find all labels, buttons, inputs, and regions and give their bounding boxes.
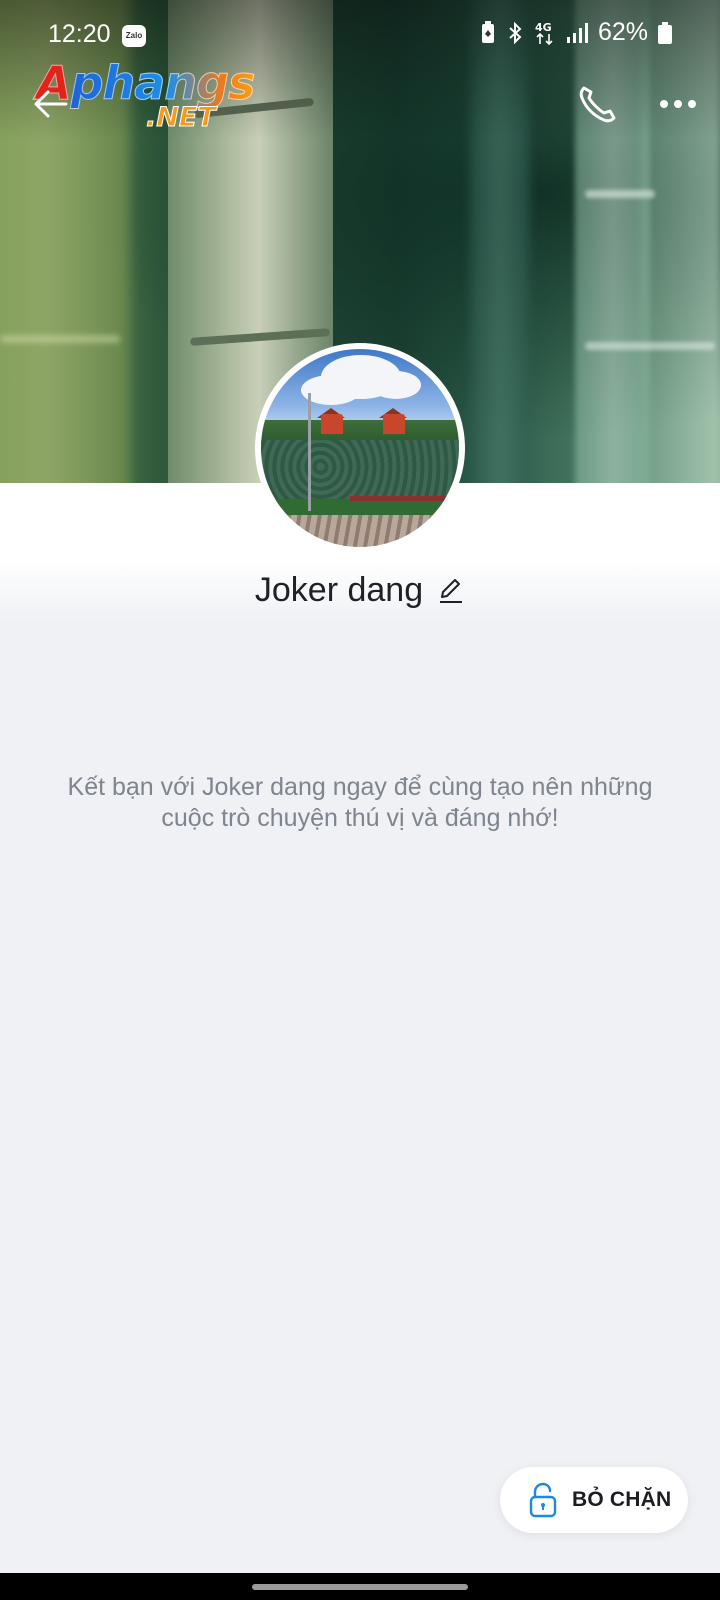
phone-icon xyxy=(579,86,616,123)
svg-text:4G: 4G xyxy=(535,21,552,34)
more-options-button[interactable] xyxy=(656,86,700,122)
profile-avatar[interactable] xyxy=(255,343,465,553)
battery-icon xyxy=(658,21,672,44)
call-button[interactable] xyxy=(574,80,622,128)
avatar-temple xyxy=(321,414,343,435)
unlock-icon xyxy=(529,1482,557,1518)
battery-percent: 62% xyxy=(597,18,648,46)
pencil-icon[interactable] xyxy=(437,575,465,605)
avatar-walkway xyxy=(261,515,459,547)
bamboo-node xyxy=(0,335,120,343)
unblock-label: BỎ CHẶN xyxy=(572,1488,672,1511)
mobile-data-4g-icon: 4G xyxy=(535,21,553,45)
arrow-left-icon xyxy=(34,90,68,118)
avatar-cloud xyxy=(371,371,421,399)
unblock-button[interactable]: BỎ CHẶN xyxy=(500,1467,688,1533)
more-horizontal-icon xyxy=(660,100,696,108)
bamboo-node xyxy=(585,342,715,350)
bamboo-node xyxy=(585,190,655,198)
battery-saver-icon xyxy=(481,20,494,43)
watermark-sub-text: .NET xyxy=(146,102,217,134)
status-icons: 4G 62% xyxy=(480,18,672,47)
avatar-railing xyxy=(350,495,450,501)
profile-name-row: Joker dang xyxy=(0,562,720,618)
bluetooth-icon xyxy=(509,21,522,44)
friend-suggestion-text: Kết bạn với Joker dang ngay để cùng tạo … xyxy=(67,773,653,832)
signal-icon xyxy=(566,22,588,43)
avatar-lamp-pole xyxy=(308,392,311,512)
status-time: 12:20 xyxy=(48,20,111,48)
zalo-notification-icon: Zalo xyxy=(122,25,146,47)
profile-name: Joker dang xyxy=(254,570,424,609)
system-nav-bar xyxy=(0,1573,720,1600)
status-bar: 12:20 Zalo 4G 62% xyxy=(0,0,720,62)
home-gesture-handle[interactable] xyxy=(252,1584,468,1590)
back-button[interactable] xyxy=(28,82,72,126)
avatar-temple xyxy=(383,414,405,435)
